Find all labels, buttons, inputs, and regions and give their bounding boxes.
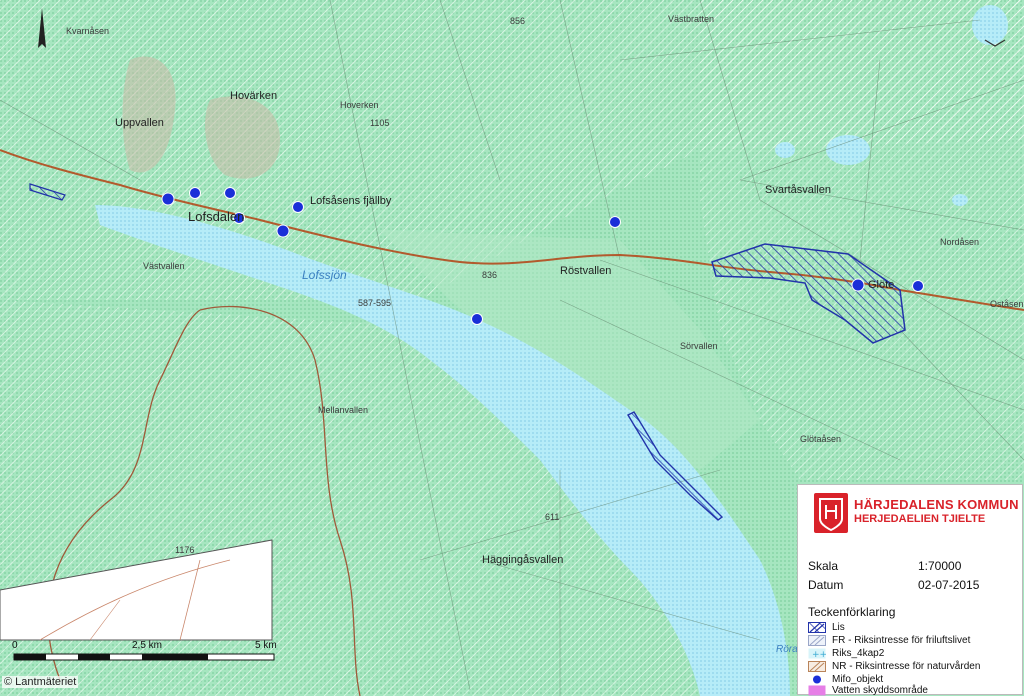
place-label: Lofsåsens fjällby	[310, 195, 392, 207]
date-label: Datum	[808, 578, 844, 592]
elevation-label: 1105	[370, 118, 390, 128]
legend-item-label: Lis	[832, 622, 845, 633]
small-lake-2	[775, 142, 795, 158]
legend-panel: HÄRJEDALENS KOMMUN HERJEDAELIEN TJIELTE …	[797, 484, 1023, 696]
scale-bar-graphic	[13, 653, 275, 661]
small-lake-4	[952, 194, 968, 206]
mifo-point[interactable]	[851, 278, 865, 292]
legend-title: Teckenförklaring	[808, 605, 896, 619]
place-label: Lofsdalen	[188, 209, 245, 224]
elevation-label: 587-595	[358, 298, 392, 308]
legend-item-label: Riks_4kap2	[832, 648, 885, 659]
elevation-label: 856	[510, 16, 526, 26]
place-label: Västbratten	[668, 14, 715, 24]
place-label: Nordåsen	[940, 237, 980, 247]
mifo-point[interactable]	[276, 224, 290, 238]
vatten-swatch-icon	[808, 685, 826, 696]
date-value: 02-07-2015	[918, 578, 980, 592]
place-label: Västvallen	[143, 261, 185, 271]
copyright-text: © Lantmäteriet	[2, 676, 79, 688]
place-label: Häggingåsvallen	[482, 554, 564, 566]
kommun-logo-icon	[819, 498, 843, 532]
scale-value: 1:70000	[918, 559, 962, 573]
place-label: Sörvallen	[680, 341, 718, 351]
legend-item-label: Vatten skyddsområde	[832, 685, 928, 696]
riks-swatch-icon: ++	[808, 648, 826, 659]
mifo-point[interactable]	[224, 187, 236, 199]
nr-swatch-icon	[808, 661, 826, 672]
elevation-label: 836	[482, 270, 498, 280]
mifo-point[interactable]	[912, 280, 924, 292]
place-label: Glötaåsen	[800, 434, 842, 444]
elevation-label: 1176	[175, 545, 195, 555]
mifo-point[interactable]	[609, 216, 621, 228]
place-label: Hovärken	[230, 90, 278, 102]
place-label: Mellanvallen	[318, 405, 369, 415]
org-subtitle: HERJEDAELIEN TJIELTE	[854, 513, 986, 525]
mifo-swatch-icon	[813, 675, 821, 684]
river-label: Röra	[776, 644, 798, 655]
svg-text:++: ++	[812, 650, 826, 659]
small-lake-3	[972, 5, 1008, 45]
mifo-point[interactable]	[471, 313, 483, 325]
scale-bar: 0 2,5 km 5 km	[12, 640, 282, 670]
lake-label: Lofssjön	[302, 268, 347, 282]
mifo-point[interactable]	[189, 187, 201, 199]
lis-swatch-icon	[808, 622, 826, 633]
fr-swatch-icon	[808, 635, 826, 646]
legend-item-label: FR - Riksintresse för friluftslivet	[832, 635, 971, 646]
small-lake-1	[826, 135, 870, 165]
mifo-point[interactable]	[161, 192, 175, 206]
place-label: Kvarnåsen	[66, 26, 110, 36]
kommun-logo	[814, 493, 848, 533]
scale-label: Skala	[808, 559, 839, 573]
place-label: Röstvallen	[560, 265, 612, 277]
mifo-point[interactable]	[292, 201, 304, 213]
map-canvas[interactable]: Kvarnåsen Uppvallen Hovärken Hoverken Lo…	[0, 0, 1024, 696]
elevation-label: 611	[545, 512, 560, 522]
place-label: Oståsen	[990, 299, 1024, 309]
org-name: HÄRJEDALENS KOMMUN	[854, 497, 1019, 512]
place-label: Svartåsvallen	[765, 184, 832, 196]
legend-item-label: Mifo_objekt	[832, 674, 884, 685]
place-label: Hoverken	[340, 100, 379, 110]
place-label: Uppvallen	[115, 117, 164, 129]
legend-item-label: NR - Riksintresse för naturvården	[832, 661, 981, 672]
place-label: Glöte	[868, 279, 895, 291]
